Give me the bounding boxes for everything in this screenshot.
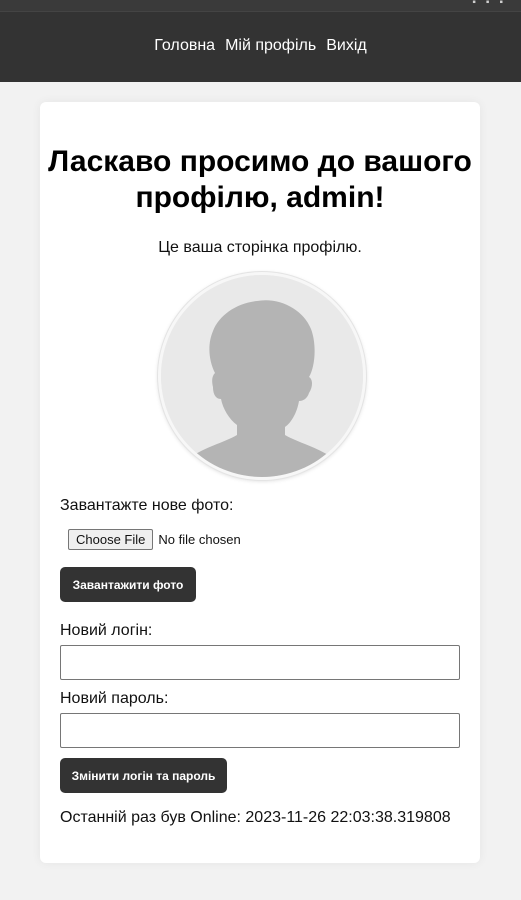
- new-login-label: Новий логін:: [60, 622, 153, 639]
- window-controls-icon: ▪▪▪: [472, 0, 513, 8]
- file-picker: Choose File No file chosen: [68, 528, 241, 550]
- page-subtitle: Це ваша сторінка профілю.: [158, 239, 362, 256]
- last-online-status: Останній раз був Online: 2023-11-26 22:0…: [60, 809, 451, 826]
- page-title: Ласкаво просимо до вашого профілю, admin…: [48, 145, 472, 214]
- nav-link-my-profile[interactable]: Мій профіль: [225, 37, 316, 54]
- main-nav: Головна Мій профіль Вихід: [0, 36, 521, 56]
- new-password-input[interactable]: [60, 713, 460, 748]
- profile-card: Ласкаво просимо до вашого профілю, admin…: [40, 102, 480, 863]
- new-login-input[interactable]: [60, 645, 460, 680]
- nav-link-home[interactable]: Головна: [154, 37, 215, 54]
- new-password-label: Новий пароль:: [60, 690, 169, 707]
- person-silhouette-icon: [161, 275, 363, 477]
- change-credentials-button[interactable]: Змінити логін та пароль: [60, 758, 227, 793]
- file-status-text: No file chosen: [158, 531, 241, 547]
- avatar: [158, 272, 366, 480]
- top-navigation-bar: ▪▪▪ Головна Мій профіль Вихід: [0, 0, 521, 82]
- upload-photo-label: Завантажте нове фото:: [60, 497, 234, 514]
- nav-link-logout[interactable]: Вихід: [326, 37, 367, 54]
- choose-file-button[interactable]: Choose File: [68, 528, 154, 550]
- browser-top-strip: ▪▪▪: [0, 0, 521, 12]
- upload-photo-button[interactable]: Завантажити фото: [60, 567, 196, 602]
